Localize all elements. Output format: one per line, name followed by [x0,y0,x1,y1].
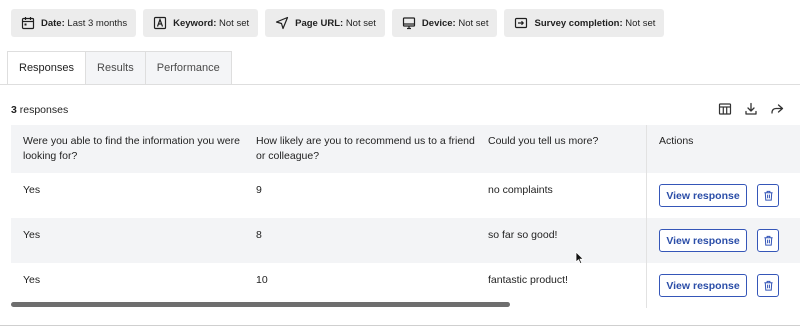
column-header-recommend: How likely are you to recommend us to a … [256,135,475,162]
filter-page-url-key: Page URL: [295,17,344,29]
tab-responses[interactable]: Responses [7,51,87,85]
filter-survey-completion-key: Survey completion: [534,17,623,29]
delete-response-button[interactable] [757,184,779,207]
filter-keyword-key: Keyword: [173,17,217,29]
filter-page-url[interactable]: Page URL: Not set [265,9,385,37]
cell-score: 9 [256,184,262,196]
cell-actions: View response [646,173,800,218]
column-header-actions: Actions [646,125,800,173]
column-header-found: Were you able to find the information yo… [23,135,240,162]
column-header-comment: Could you tell us more? [488,135,599,147]
view-response-button[interactable]: View response [659,229,747,252]
filter-keyword-value: Not set [219,17,250,29]
tab-results[interactable]: Results [86,51,146,85]
keyword-icon [153,16,167,30]
download-icon[interactable] [744,102,758,116]
trash-icon [763,190,773,201]
responses-table: Were you able to find the information yo… [11,125,800,308]
share-icon[interactable] [770,102,784,116]
view-response-button[interactable]: View response [659,274,747,297]
filter-page-url-value: Not set [345,17,376,29]
filter-keyword[interactable]: Keyword: Not set [143,9,259,37]
survey-icon [514,16,528,30]
navigation-arrow-icon [275,16,289,30]
tab-performance[interactable]: Performance [145,51,232,85]
trash-icon [763,235,773,246]
cell-found: Yes [23,229,41,241]
filter-date-value: Last 3 months [67,17,128,29]
mouse-cursor-icon [575,251,585,265]
table-header: Were you able to find the information yo… [11,125,800,173]
responses-count-label: responses [16,104,69,116]
delete-response-button[interactable] [757,229,779,252]
responses-count: 3 responses [11,104,68,116]
cell-actions: View response [646,263,800,308]
filter-date[interactable]: Date: Last 3 months [11,9,137,37]
table-row: Yes 8 so far so good! View response [11,218,800,263]
filter-bar: Date: Last 3 months Keyword: Not set Pag… [11,9,665,37]
filter-date-key: Date: [41,17,65,29]
tab-bar: Responses Results Performance [7,51,232,85]
cell-actions: View response [646,218,800,263]
trash-icon [763,280,773,291]
view-response-button[interactable]: View response [659,184,747,207]
horizontal-scrollbar[interactable] [11,302,510,307]
table-row: Yes 9 no complaints View response [11,173,800,218]
filter-device[interactable]: Device: Not set [391,9,498,37]
filter-device-key: Device: [421,17,456,29]
tab-divider [0,84,800,85]
cell-found: Yes [23,184,41,196]
delete-response-button[interactable] [757,274,779,297]
cell-score: 8 [256,229,262,241]
monitor-icon [402,16,416,30]
bottom-divider [0,325,800,326]
cell-comment: so far so good! [488,229,558,241]
table-toolbar [718,102,784,116]
filter-survey-completion[interactable]: Survey completion: Not set [504,9,665,37]
calendar-icon [21,16,35,30]
filter-survey-completion-value: Not set [625,17,656,29]
columns-icon[interactable] [718,102,732,116]
filter-device-value: Not set [458,17,489,29]
cell-comment: no complaints [488,184,553,196]
